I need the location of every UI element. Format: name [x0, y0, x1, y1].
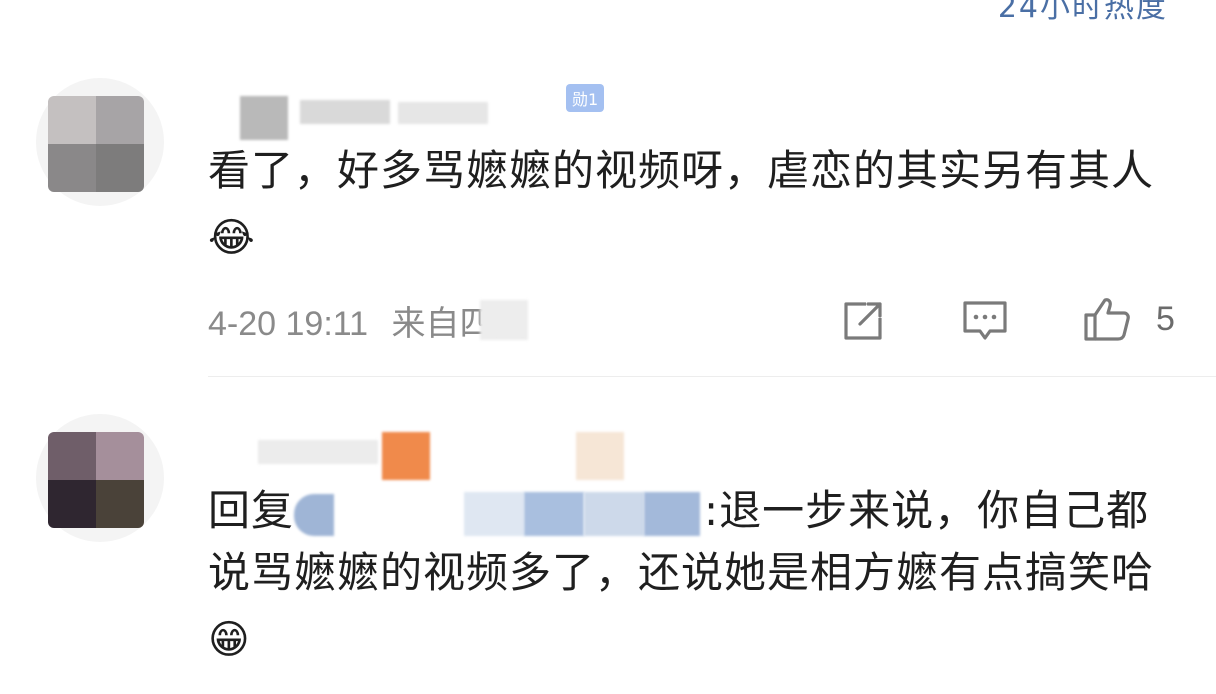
username-blur — [294, 493, 335, 536]
username-blur — [398, 102, 488, 124]
avatar-blur-tile — [96, 144, 144, 192]
grinning-emoji: 😁 — [208, 617, 251, 663]
location-blur — [480, 300, 528, 340]
comment-icon[interactable] — [960, 296, 1010, 346]
reply-prefix: 回复 — [208, 486, 295, 535]
hot-ranking-label[interactable]: 24小时热度 — [998, 0, 1168, 26]
comment-divider — [208, 376, 1216, 377]
avatar[interactable] — [48, 96, 144, 192]
avatar-blur-tile — [96, 432, 144, 480]
avatar-blur-tile — [48, 432, 96, 480]
avatar-blur-tile — [48, 96, 96, 144]
reply-target-username[interactable] — [294, 490, 704, 538]
comment-text: 看了，好多骂嬷嬷的视频呀，虐恋的其实另有其人 😂 — [208, 140, 1168, 269]
avatar-blur-tile — [48, 480, 96, 528]
share-icon[interactable] — [838, 296, 888, 346]
like-count: 5 — [1156, 300, 1175, 338]
laugh-tears-emoji: 😂 — [208, 215, 256, 261]
avatar-blur-tile — [96, 96, 144, 144]
avatar[interactable] — [48, 432, 144, 528]
username-blur — [240, 96, 288, 140]
username-blur — [382, 432, 430, 480]
user-badge: 勋1 — [566, 84, 605, 112]
avatar-blur-tile — [48, 144, 96, 192]
username-blur — [584, 491, 645, 536]
comment-text: 回复 :退一步来说，你自己都说骂嬷嬷的视频多了，还说她是相方嬷有点搞笑哈😁 — [208, 480, 1168, 671]
username-blur — [644, 491, 701, 536]
username-blur — [576, 432, 624, 480]
comment-body: 看了，好多骂嬷嬷的视频呀，虐恋的其实另有其人 — [208, 146, 1155, 195]
username-blur — [300, 100, 390, 124]
thumbs-up-icon[interactable] — [1082, 294, 1132, 344]
username-blur — [464, 491, 525, 536]
avatar-blur-tile — [96, 480, 144, 528]
username-blur — [258, 440, 378, 464]
comment-time: 4-20 19:11 — [208, 305, 369, 343]
username-blur — [524, 491, 585, 536]
